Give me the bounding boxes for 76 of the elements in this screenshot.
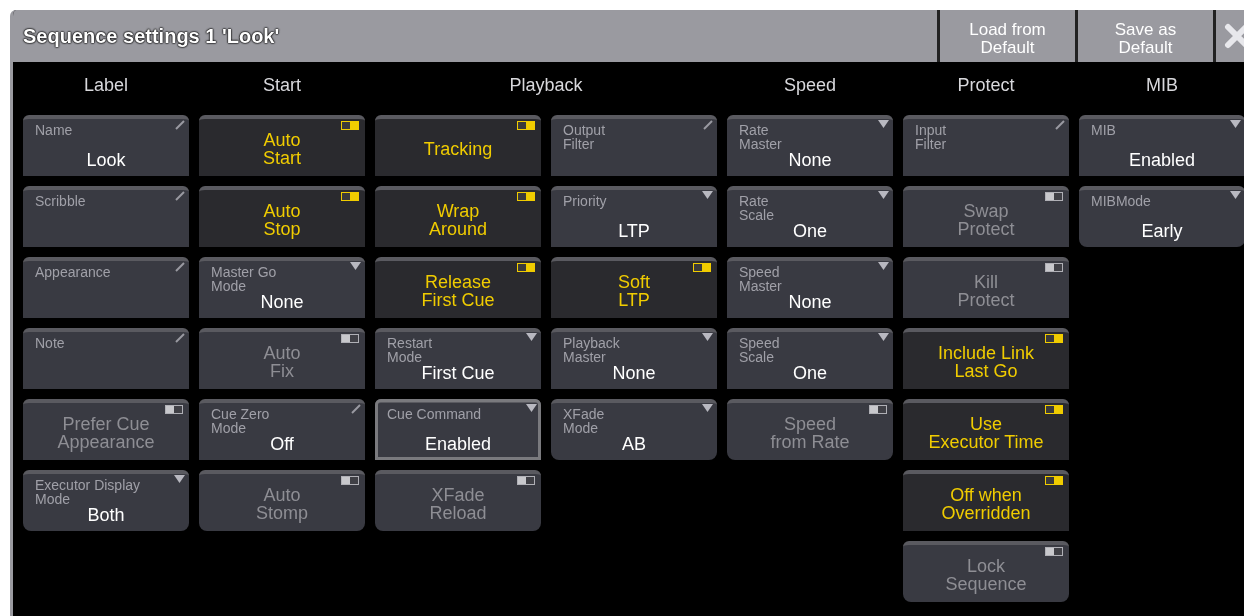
- toggle-button[interactable]: Auto Stop: [199, 186, 365, 247]
- setting-field[interactable]: Cue Zero Mode Off: [199, 399, 365, 460]
- pencil-icon: [175, 191, 185, 201]
- toggle-indicator-icon: [165, 405, 183, 414]
- pencil-icon: [175, 333, 185, 343]
- dropdown-icon: [350, 262, 361, 270]
- dropdown-icon: [878, 120, 889, 128]
- dropdown-icon: [174, 475, 185, 483]
- pencil-icon: [1055, 120, 1065, 130]
- setting-field[interactable]: Restart Mode First Cue: [375, 328, 541, 389]
- toggle-button[interactable]: Wrap Around: [375, 186, 541, 247]
- toggle-indicator-icon: [517, 476, 535, 485]
- dropdown-icon: [1230, 191, 1241, 199]
- section-heading: Start: [263, 75, 301, 97]
- setting-field[interactable]: Output Filter: [551, 115, 717, 176]
- dropdown-icon: [526, 333, 537, 341]
- dropdown-icon: [878, 333, 889, 341]
- setting-field[interactable]: Executor Display Mode Both: [23, 470, 189, 531]
- dropdown-icon: [1230, 120, 1241, 128]
- toggle-indicator-icon: [869, 405, 887, 414]
- toggle-indicator-icon: [693, 263, 711, 272]
- toggle-button[interactable]: Include Link Last Go: [903, 328, 1069, 389]
- toggle-indicator-icon: [517, 192, 535, 201]
- setting-field[interactable]: Input Filter: [903, 115, 1069, 176]
- setting-field[interactable]: Speed Scale One: [727, 328, 893, 389]
- toggle-indicator-icon: [341, 476, 359, 485]
- setting-field[interactable]: Note: [23, 328, 189, 389]
- setting-field[interactable]: Rate Master None: [727, 115, 893, 176]
- toggle-button[interactable]: Soft LTP: [551, 257, 717, 318]
- toggle-button[interactable]: Auto Start: [199, 115, 365, 176]
- toggle-indicator-icon: [1045, 405, 1063, 414]
- setting-field[interactable]: MIB Enabled: [1079, 115, 1244, 176]
- close-button[interactable]: [1213, 10, 1244, 62]
- toggle-button[interactable]: Use Executor Time: [903, 399, 1069, 460]
- pencil-icon: [703, 120, 713, 130]
- pencil-icon: [175, 120, 185, 130]
- setting-field[interactable]: Master Go Mode None: [199, 257, 365, 318]
- close-icon: [1224, 23, 1244, 49]
- setting-field[interactable]: Speed Master None: [727, 257, 893, 318]
- toggle-button[interactable]: Tracking: [375, 115, 541, 176]
- toggle-indicator-icon: [1045, 476, 1063, 485]
- dropdown-icon: [526, 404, 537, 412]
- section-heading: Protect: [957, 75, 1015, 97]
- setting-field[interactable]: Appearance: [23, 257, 189, 318]
- toggle-indicator-icon: [517, 121, 535, 130]
- toggle-button[interactable]: Off when Overridden: [903, 470, 1069, 531]
- dropdown-icon: [702, 404, 713, 412]
- section-heading: MIB: [1146, 75, 1178, 97]
- toggle-button[interactable]: Auto Stomp: [199, 470, 365, 531]
- section-heading: Label: [83, 75, 128, 97]
- pencil-icon: [351, 404, 361, 414]
- pencil-icon: [175, 262, 185, 272]
- setting-field[interactable]: Cue Command Enabled: [375, 399, 541, 460]
- setting-field[interactable]: MIBMode Early: [1079, 186, 1244, 247]
- toggle-indicator-icon: [1045, 192, 1063, 201]
- dropdown-icon: [878, 191, 889, 199]
- dropdown-icon: [702, 191, 713, 199]
- section-heading: Playback: [509, 75, 583, 97]
- toggle-indicator-icon: [341, 121, 359, 130]
- setting-field[interactable]: Priority LTP: [551, 186, 717, 247]
- toggle-indicator-icon: [1045, 334, 1063, 343]
- toggle-indicator-icon: [341, 192, 359, 201]
- setting-field[interactable]: Name Look: [23, 115, 189, 176]
- toggle-button[interactable]: Release First Cue: [375, 257, 541, 318]
- toggle-indicator-icon: [517, 263, 535, 272]
- toggle-indicator-icon: [1045, 547, 1063, 556]
- toggle-indicator-icon: [341, 334, 359, 343]
- setting-field[interactable]: Scribble: [23, 186, 189, 247]
- setting-field[interactable]: Playback Master None: [551, 328, 717, 389]
- dropdown-icon: [702, 333, 713, 341]
- window-title: Sequence settings 1 'Look': [22, 24, 281, 48]
- section-heading: Speed: [783, 75, 837, 97]
- toggle-indicator-icon: [1045, 263, 1063, 272]
- setting-field[interactable]: Rate Scale One: [727, 186, 893, 247]
- setting-field[interactable]: XFade Mode AB: [551, 399, 717, 460]
- dropdown-icon: [878, 262, 889, 270]
